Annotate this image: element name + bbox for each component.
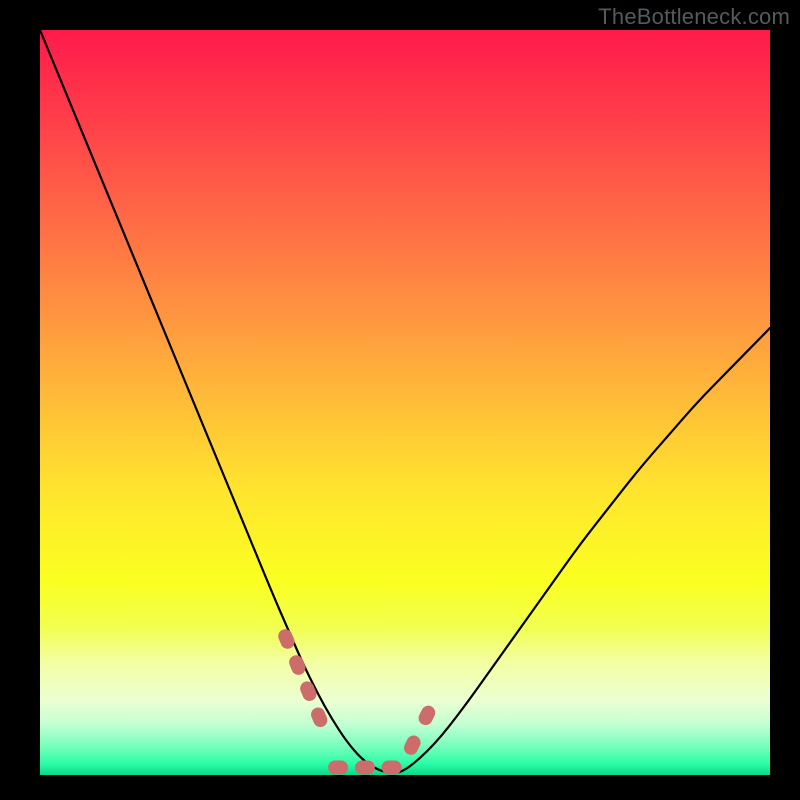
chart-frame: TheBottleneck.com — [0, 0, 800, 800]
trough-marker-segment — [328, 761, 348, 775]
trough-marker-segment — [287, 653, 308, 677]
trough-marker-segment — [298, 679, 319, 703]
trough-marker-segment — [355, 761, 375, 775]
trough-marker-segment — [416, 703, 437, 727]
watermark-text: TheBottleneck.com — [598, 4, 790, 30]
curve-layer — [40, 30, 770, 775]
trough-marker-segment — [402, 733, 423, 757]
bottleneck-curve — [40, 30, 770, 773]
trough-marker-segment — [382, 761, 402, 775]
plot-area — [40, 30, 770, 775]
trough-marker-segment — [276, 627, 297, 651]
